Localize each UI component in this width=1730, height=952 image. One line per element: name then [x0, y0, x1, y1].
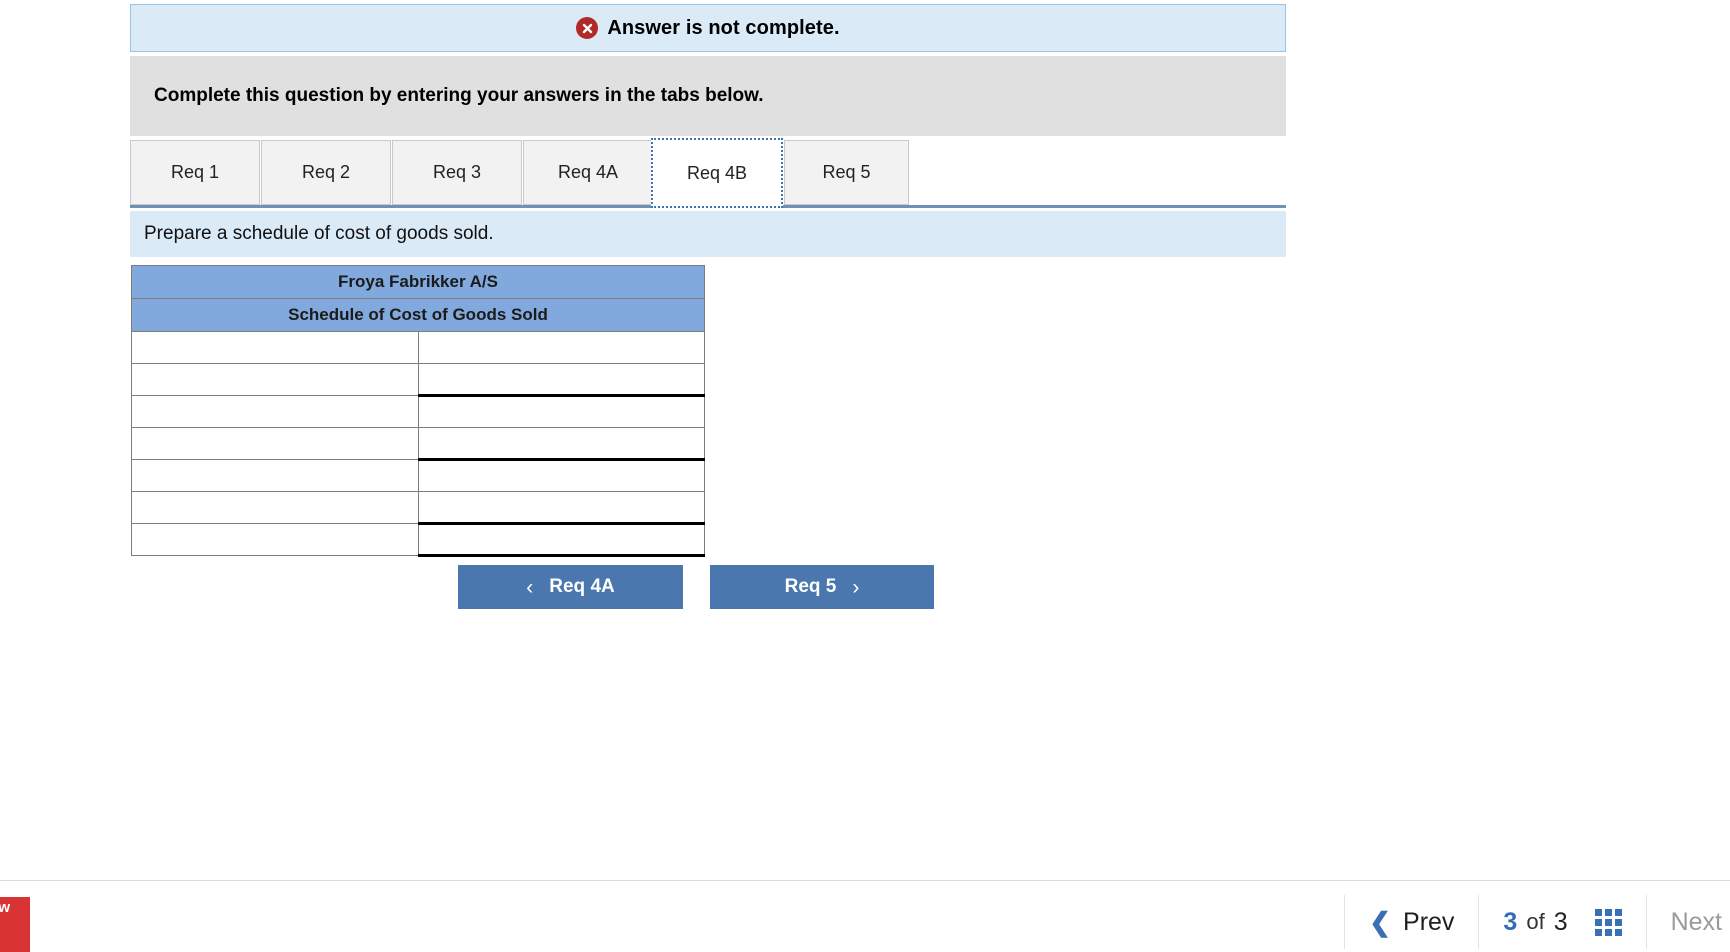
bottom-toolbar: aw ❮ Prev 3 of 3 Next — [0, 880, 1730, 952]
pager-prev-button[interactable]: ❮ Prev — [1344, 895, 1478, 949]
table-row — [131, 459, 705, 492]
prev-requirement-label: Req 4A — [549, 576, 615, 597]
table-row — [131, 363, 705, 397]
table-row — [131, 491, 705, 525]
grid-menu-icon[interactable] — [1594, 908, 1622, 936]
requirement-prompt: Prepare a schedule of cost of goods sold… — [130, 211, 1286, 257]
row-label-cell-4[interactable] — [131, 427, 419, 460]
table-row — [131, 523, 705, 557]
tab-req-3[interactable]: Req 3 — [392, 140, 522, 205]
chevron-left-icon: ‹ — [526, 575, 534, 599]
next-requirement-button[interactable]: Req 5 › — [710, 565, 934, 609]
row-label-cell-7[interactable] — [131, 523, 419, 556]
prev-requirement-button[interactable]: ‹ Req 4A — [458, 565, 683, 609]
row-value-cell-1[interactable] — [417, 331, 705, 364]
table-row — [131, 331, 705, 364]
pager-count: 3 of 3 — [1478, 895, 1645, 949]
row-value-cell-6[interactable] — [417, 491, 705, 525]
tab-req-4b-label: Req 4B — [686, 162, 748, 183]
tab-req-2-label: Req 2 — [301, 162, 351, 182]
instruction-text: Complete this question by entering your … — [154, 85, 764, 106]
worksheet-schedule-name: Schedule of Cost of Goods Sold — [131, 298, 705, 332]
pager-prev-label: Prev — [1403, 907, 1455, 936]
tab-req-2[interactable]: Req 2 — [261, 140, 391, 205]
pager-of-label: of — [1526, 909, 1545, 934]
row-value-cell-2[interactable] — [417, 363, 705, 397]
row-label-cell-1[interactable] — [131, 331, 419, 364]
row-value-cell-7[interactable] — [417, 523, 705, 557]
row-label-cell-6[interactable] — [131, 491, 419, 524]
answer-status-banner: Answer is not complete. — [130, 4, 1286, 52]
next-requirement-label: Req 5 — [784, 576, 837, 597]
pager-current-page: 3 — [1503, 907, 1518, 936]
table-row — [131, 395, 705, 428]
tab-req-5-label: Req 5 — [822, 162, 871, 182]
cogs-worksheet-table: Froya Fabrikker A/S Schedule of Cost of … — [131, 265, 705, 557]
table-row — [131, 427, 705, 461]
requirement-tabstrip: Req 1 Req 2 Req 3 Req 4A Req 4B Req 5 — [130, 138, 1286, 208]
tab-req-1-label: Req 1 — [170, 162, 220, 182]
tab-req-3-label: Req 3 — [432, 162, 482, 182]
tab-req-5[interactable]: Req 5 — [784, 140, 909, 205]
row-label-cell-2[interactable] — [131, 363, 419, 396]
row-value-cell-5[interactable] — [417, 459, 705, 492]
row-label-cell-3[interactable] — [131, 395, 419, 428]
instruction-strip: Complete this question by entering your … — [130, 56, 1286, 136]
tab-req-4a[interactable]: Req 4A — [523, 140, 653, 205]
worksheet-title-row-1: Froya Fabrikker A/S — [131, 265, 705, 299]
tab-req-1[interactable]: Req 1 — [130, 140, 260, 205]
pager-total-pages: 3 — [1553, 907, 1568, 936]
worksheet-company-name: Froya Fabrikker A/S — [131, 265, 705, 299]
corner-red-tag[interactable]: aw — [0, 897, 30, 952]
error-circle-x-icon — [576, 17, 599, 39]
answer-status-text: Answer is not complete. — [607, 16, 840, 39]
requirement-nav-buttons: ‹ Req 4A Req 5 › — [458, 565, 934, 609]
pager-next-label: Next — [1670, 907, 1722, 936]
row-label-cell-5[interactable] — [131, 459, 419, 492]
requirement-prompt-text: Prepare a schedule of cost of goods sold… — [144, 223, 494, 244]
corner-red-tag-label: aw — [0, 899, 11, 916]
chevron-left-icon: ❮ — [1369, 906, 1392, 937]
pager-next-button[interactable]: Next — [1645, 895, 1730, 949]
row-value-cell-4[interactable] — [417, 427, 705, 461]
pagination-controls: ❮ Prev 3 of 3 Next — [1344, 891, 1730, 952]
tab-req-4a-label: Req 4A — [557, 162, 619, 182]
worksheet-title-row-2: Schedule of Cost of Goods Sold — [131, 298, 705, 332]
chevron-right-icon: › — [852, 575, 860, 599]
question-workspace: Answer is not complete. Complete this qu… — [0, 0, 1730, 952]
row-value-cell-3[interactable] — [417, 395, 705, 428]
tab-req-4b[interactable]: Req 4B — [651, 138, 783, 208]
